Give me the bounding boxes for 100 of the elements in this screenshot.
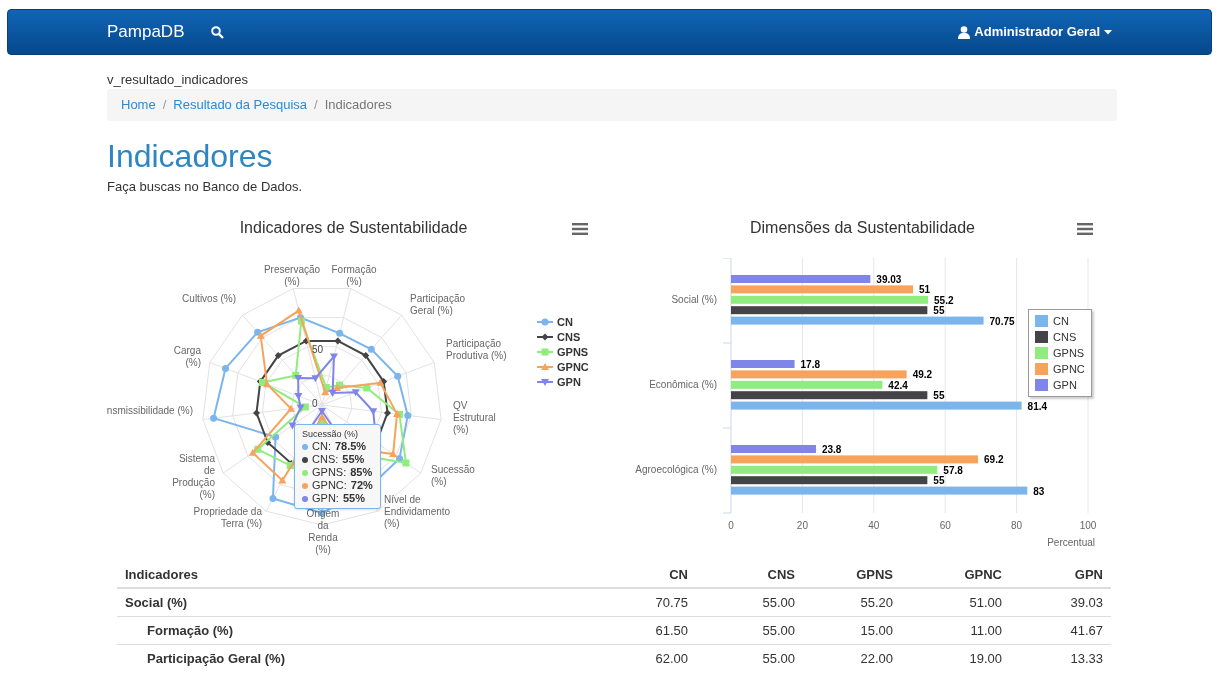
- axis-label: Propriedade da Terra (%): [192, 506, 262, 530]
- table-cell: 22.00: [803, 644, 901, 673]
- axis-label: Participação Geral (%): [410, 293, 467, 317]
- tooltip-series-name: GPNS:: [312, 466, 347, 479]
- axis-tick-label: 0: [312, 399, 318, 409]
- data-label: 55: [933, 305, 945, 317]
- data-label: 69.2: [984, 454, 1004, 466]
- column-header: Indicadores: [117, 562, 597, 588]
- legend-label[interactable]: CN: [557, 316, 573, 328]
- column-header: GPN: [1010, 562, 1111, 588]
- user-menu[interactable]: Administrador Geral: [958, 22, 1112, 42]
- data-label: 57.8: [943, 464, 963, 476]
- legend-label[interactable]: GPNC: [1053, 362, 1085, 376]
- tooltip-value: 72%: [350, 479, 373, 492]
- data-label: 55.2: [934, 294, 954, 306]
- data-label: 81.4: [1027, 400, 1048, 412]
- data-label: 23.8: [821, 444, 842, 455]
- page-id: v_resultado_indicadores: [107, 72, 249, 88]
- axis-label: Formação (%): [330, 264, 378, 288]
- column-header: CN: [597, 562, 696, 588]
- legend-swatch-icon: [1035, 363, 1048, 375]
- tooltip-series-name: GPN:: [312, 492, 339, 505]
- search-icon[interactable]: [211, 25, 225, 39]
- tooltip-value: 78.5%: [334, 440, 367, 453]
- axis-label: Sistema de Produção (%): [171, 453, 215, 501]
- breadcrumb-separator: /: [161, 96, 168, 115]
- table-cell: 41.67: [1010, 616, 1111, 645]
- axis-tick-label: 80: [1011, 520, 1023, 531]
- brand-link[interactable]: PampaDB: [107, 19, 185, 45]
- data-label: 70.75: [989, 315, 1015, 327]
- axis-tick-label: 50: [312, 345, 324, 355]
- legend-label[interactable]: CNS: [1053, 330, 1077, 344]
- table-cell: 51.00: [901, 588, 1010, 617]
- legend-label[interactable]: CN: [1053, 314, 1069, 328]
- table-cell: 13.33: [1010, 644, 1111, 673]
- axis-label: QV Estrutural (%): [453, 400, 497, 436]
- legend-swatch-icon: [1035, 379, 1048, 391]
- tooltip-value: 55%: [342, 453, 365, 466]
- tooltip-series-name: CNS:: [312, 453, 339, 466]
- table-cell: Formação (%): [117, 616, 597, 645]
- axis-label: nsmissibilidade (%): [105, 405, 193, 417]
- chart-title: Indicadores de Sustentabilidade: [239, 218, 468, 238]
- table-cell: 39.03: [1010, 588, 1111, 617]
- legend-swatch-icon: [1035, 315, 1048, 327]
- table-cell: 55.00: [696, 588, 803, 617]
- tooltip-value: 85%: [350, 466, 373, 479]
- menu-icon[interactable]: [1077, 223, 1093, 235]
- axis-label: Cultivos (%): [181, 293, 236, 305]
- table-cell: 70.75: [597, 588, 696, 617]
- legend-label[interactable]: GPN: [1053, 378, 1077, 392]
- axis-label: Participação Produtiva (%): [446, 338, 508, 362]
- axis-label: Origem da Renda (%): [305, 508, 341, 556]
- data-label: 49.2: [912, 369, 933, 381]
- data-label: 17.8: [800, 359, 820, 370]
- axis-tick-label: 100: [1079, 520, 1097, 531]
- menu-icon[interactable]: [572, 223, 588, 235]
- table-cell: 15.00: [803, 616, 901, 645]
- data-label: 55: [933, 475, 945, 487]
- axis-tick-label: 20: [796, 520, 808, 531]
- breadcrumb-current: Indicadores: [324, 96, 392, 115]
- data-label: 39.03: [876, 274, 902, 285]
- tooltip-title: Sucessão (%): [302, 428, 360, 440]
- legend-label[interactable]: CNS: [557, 331, 581, 343]
- axis-label: Nível de Endividamento (%): [384, 494, 452, 530]
- table-cell: 55.00: [696, 616, 803, 645]
- legend-label[interactable]: GPNC: [557, 361, 589, 373]
- tooltip-series-name: CN:: [312, 440, 331, 453]
- table-cell: 61.50: [597, 616, 696, 645]
- table-cell: Participação Geral (%): [117, 644, 597, 673]
- axis-title: Percentual: [1047, 537, 1095, 548]
- user-icon: [958, 25, 971, 39]
- category-label: Agroecológica (%): [635, 464, 717, 475]
- page-heading: Indicadores: [107, 138, 274, 174]
- data-label: 55: [933, 390, 945, 402]
- caret-icon: [1104, 29, 1112, 35]
- data-label: 42.4: [888, 379, 908, 391]
- category-label: Econômica (%): [649, 379, 717, 390]
- axis-tick-label: 40: [868, 520, 880, 531]
- axis-label: Sucessão (%): [431, 464, 476, 488]
- table-cell: 55.00: [696, 644, 803, 673]
- data-label: 51: [919, 284, 931, 296]
- axis-label: Preservação (%): [262, 264, 322, 288]
- breadcrumb-link[interactable]: Home: [121, 95, 156, 115]
- table-cell: 55.20: [803, 588, 901, 617]
- tooltip-value: 55%: [342, 492, 365, 505]
- chart-title: Dimensões da Sustentabilidade: [750, 218, 975, 238]
- table-cell: 11.00: [901, 616, 1010, 645]
- tooltip-series-name: GPNC:: [312, 479, 347, 492]
- legend-swatch-icon: [1035, 331, 1048, 343]
- legend-label[interactable]: GPN: [557, 376, 581, 388]
- axis-tick-label: 0: [728, 520, 734, 531]
- legend-swatch-icon: [1035, 347, 1048, 359]
- breadcrumb-separator: /: [313, 96, 319, 115]
- legend-label[interactable]: GPNS: [1053, 346, 1085, 360]
- table-cell: 19.00: [901, 644, 1010, 673]
- breadcrumb-link[interactable]: Resultado da Pesquisa: [173, 95, 307, 115]
- column-header: CNS: [696, 562, 803, 588]
- legend-label[interactable]: GPNS: [557, 346, 589, 358]
- page-subtitle: Faça buscas no Banco de Dados.: [107, 179, 304, 195]
- axis-label: Carga (%): [172, 345, 201, 369]
